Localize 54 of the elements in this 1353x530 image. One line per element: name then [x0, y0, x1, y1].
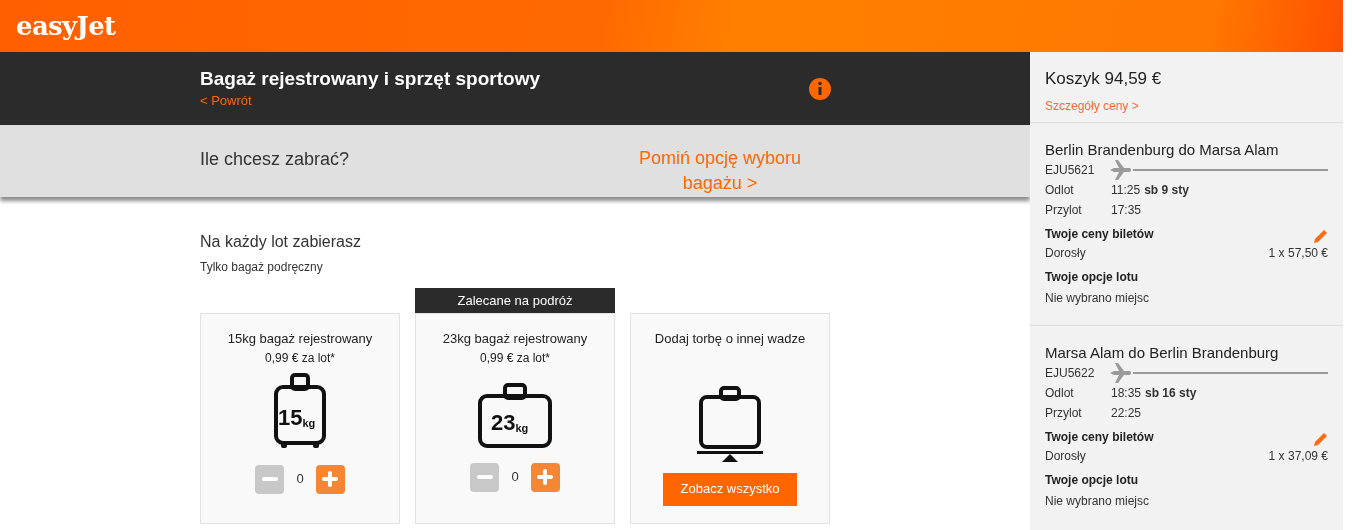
arrival-label: Przylot [1045, 201, 1083, 219]
plus-button[interactable] [530, 462, 560, 492]
departure-time: 18:35 [1111, 384, 1142, 402]
passenger-type: Dorosły [1045, 244, 1086, 262]
minus-icon [476, 475, 493, 479]
flight-options-value: Nie wybrano miejsc [1045, 289, 1150, 307]
price-details-link[interactable]: Szczegóły ceny > [1045, 96, 1139, 115]
arrival-time: 17:35 [1111, 201, 1142, 219]
option-title: 15kg bagaż rejestrowany [227, 330, 373, 348]
flight-options-value: Nie wybrano miejsc [1045, 492, 1150, 510]
plane-icon [1110, 362, 1132, 383]
basket-total: Koszyk 94,59 € [1045, 68, 1163, 90]
departure-time: 11:25 [1111, 181, 1141, 199]
arrival-time: 22:25 [1111, 404, 1142, 422]
ticket-price: 1 x 37,09 € [1268, 447, 1328, 465]
question-text: Ile chcesz zabrać? [200, 148, 351, 171]
flight-options-label: Twoje opcje lotu [1045, 471, 1139, 489]
back-link[interactable]: < Powrót [200, 90, 252, 111]
passenger-type: Dorosły [1045, 447, 1086, 465]
see-all-button[interactable]: Zobacz wszystko [663, 472, 797, 506]
plus-icon [322, 471, 339, 487]
option-price: 0,99 € za lot* [479, 349, 551, 367]
quantity-value: 0 [511, 468, 519, 487]
departure-date: sb 9 sty [1144, 181, 1189, 199]
arrival-label: Przylot [1045, 404, 1083, 422]
recommended-badge: Zalecane na podróż [415, 288, 615, 313]
info-icon[interactable] [808, 76, 832, 101]
plane-icon [1110, 159, 1132, 180]
departure-label: Odlot [1045, 384, 1075, 402]
edit-icon[interactable] [1314, 228, 1328, 243]
quantity-value: 0 [296, 470, 304, 489]
flight-options-label: Twoje opcje lotu [1045, 268, 1139, 286]
ticket-price: 1 x 57,50 € [1268, 244, 1328, 262]
ticket-prices-label: Twoje ceny biletów [1045, 428, 1154, 446]
option-title: Dodaj torbę o innej wadze [654, 330, 806, 348]
page-title: Bagaż rejestrowany i sprzęt sportowy [200, 66, 541, 91]
flight-number: EJU5622 [1045, 364, 1096, 382]
minus-icon [261, 477, 278, 481]
ticket-prices-label: Twoje ceny biletów [1045, 225, 1154, 243]
section-subtitle: Tylko bagaż podręczny [200, 259, 323, 276]
flight-route: Marsa Alam do Berlin Brandenburg [1045, 342, 1280, 363]
flight-number: EJU5621 [1045, 161, 1096, 179]
section-title: Na każdy lot zabierasz [200, 232, 361, 252]
flight-route: Berlin Brandenburg do Marsa Alam [1045, 139, 1280, 160]
plus-button[interactable] [315, 464, 345, 494]
logo[interactable]: easyJet [16, 6, 116, 46]
edit-icon[interactable] [1314, 431, 1328, 446]
plus-icon [537, 469, 554, 485]
option-title: 23kg bagaż rejestrowany [442, 330, 588, 348]
option-price: 0,99 € za lot* [264, 349, 336, 367]
skip-link[interactable]: Pomiń opcję wyboru bagażu > [620, 146, 820, 196]
scale-icon [697, 385, 763, 462]
departure-label: Odlot [1045, 181, 1075, 199]
departure-date: sb 16 sty [1145, 384, 1197, 402]
